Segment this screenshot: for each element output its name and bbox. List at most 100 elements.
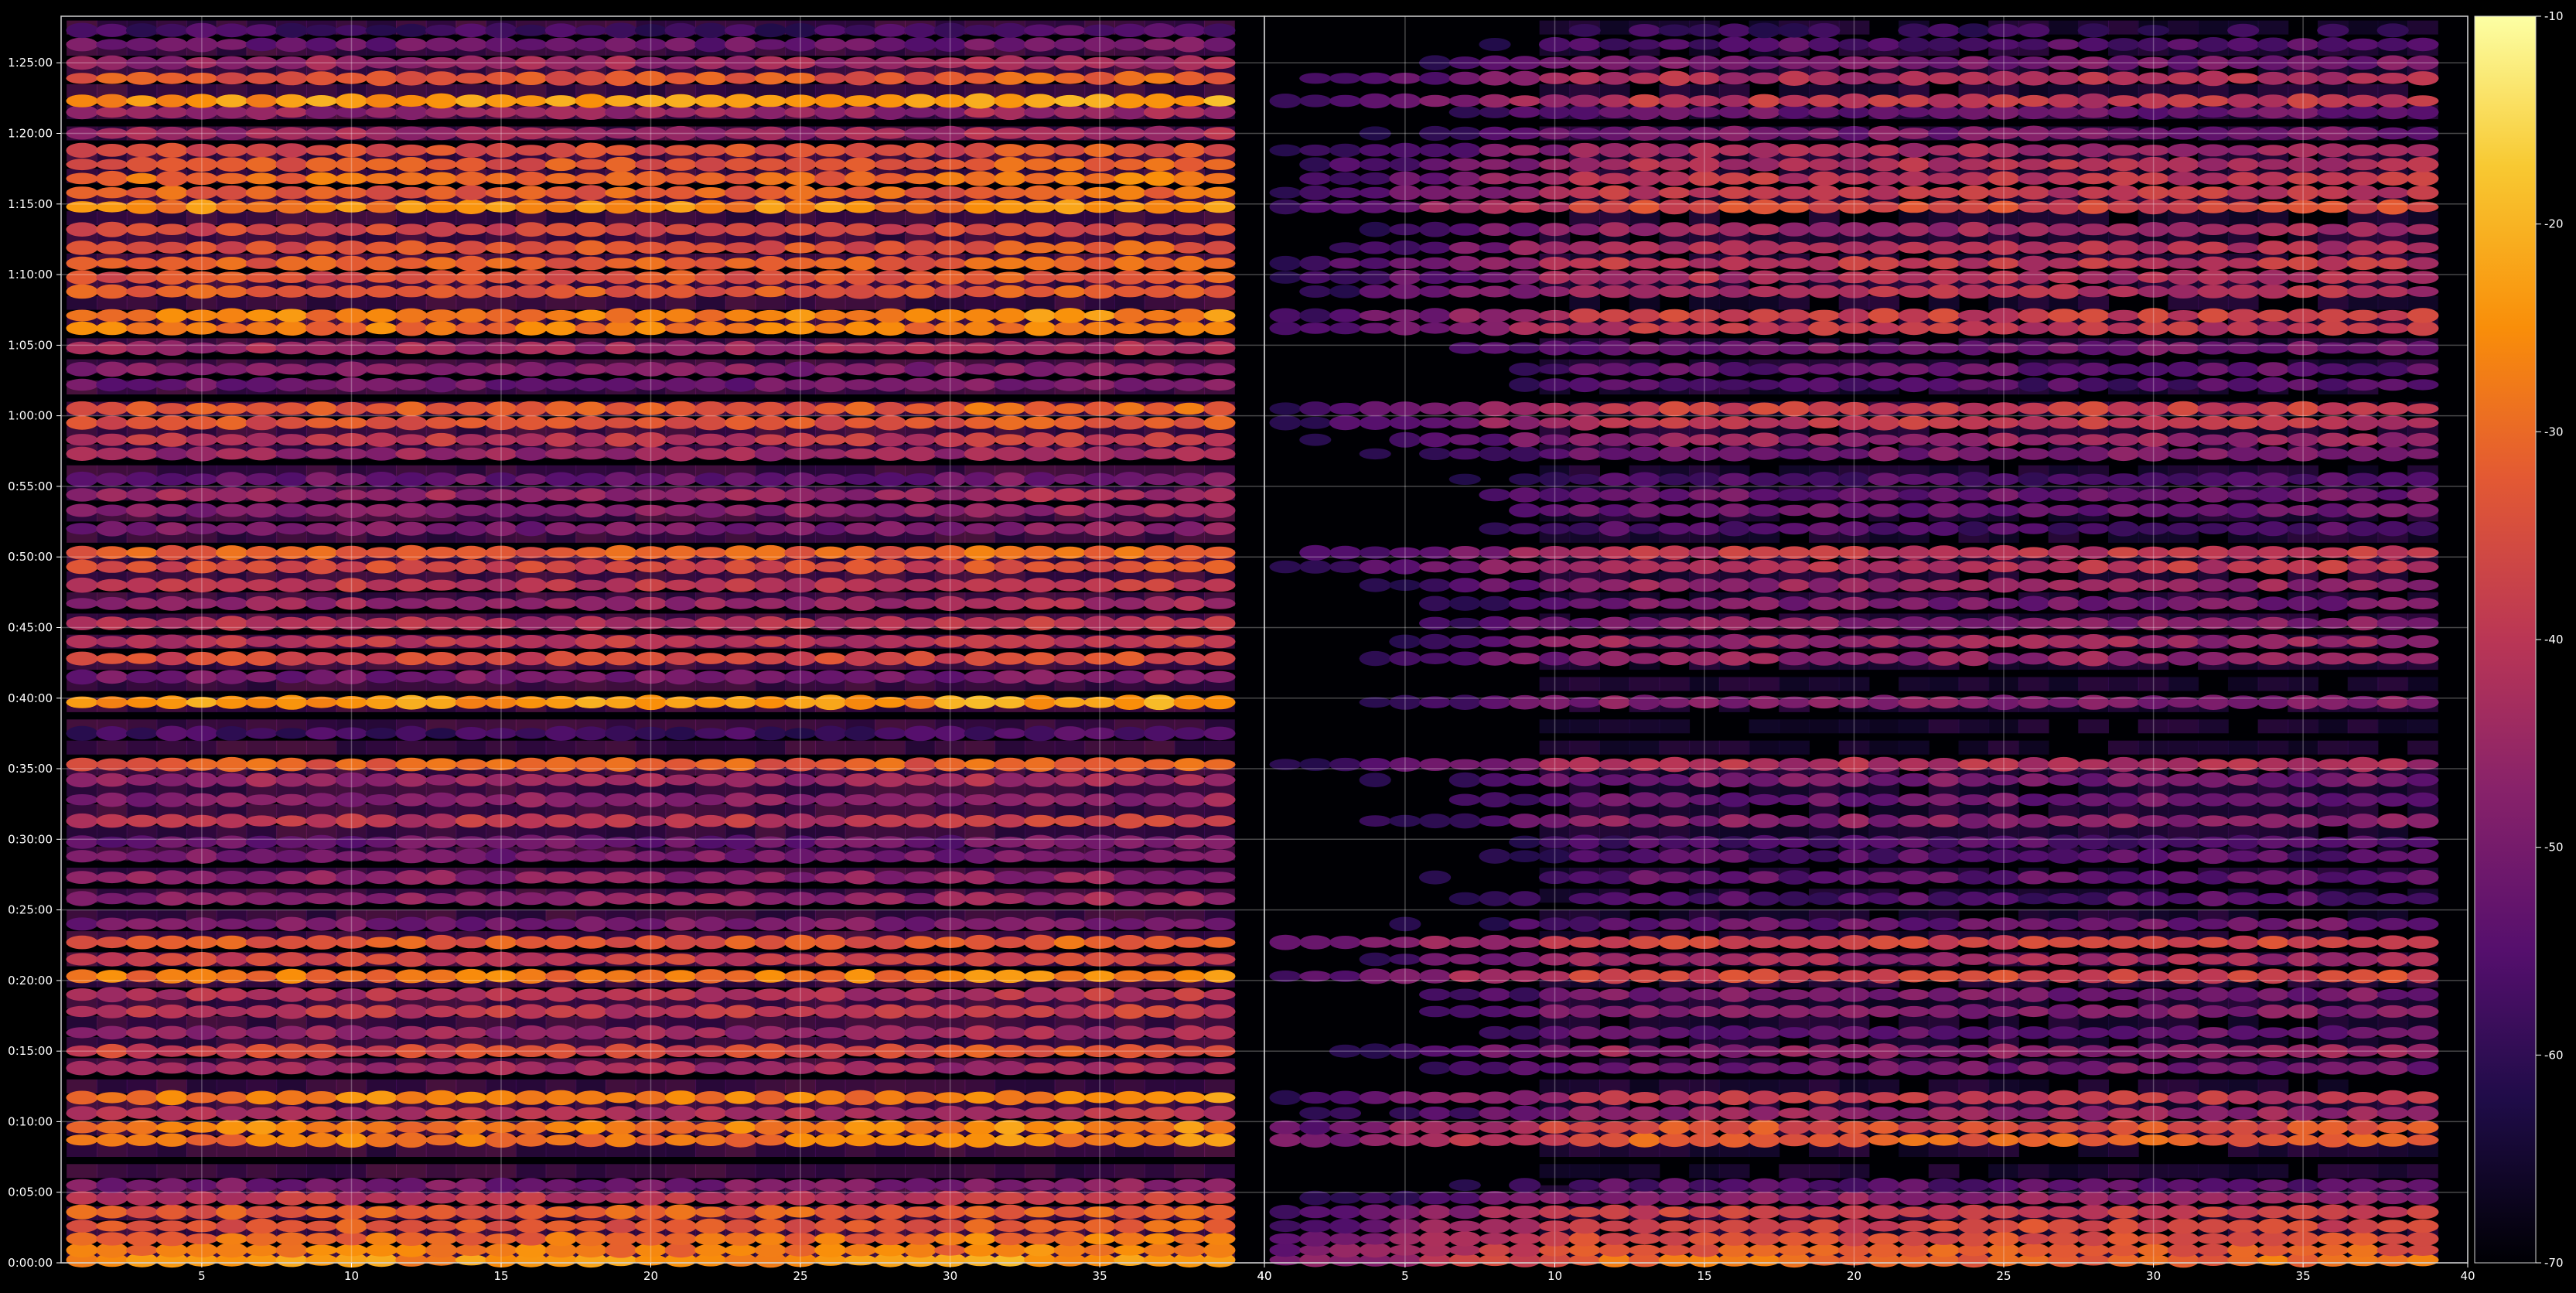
- heatmap-cell: [725, 1232, 757, 1246]
- heatmap-cell: [425, 24, 458, 36]
- heatmap-cell: [365, 503, 397, 517]
- heatmap-cell: [216, 472, 248, 487]
- heatmap-cell: [904, 892, 937, 905]
- heatmap-cell: [1173, 544, 1206, 561]
- heatmap-cell: [725, 1205, 757, 1219]
- heatmap-cell: [1173, 446, 1206, 462]
- heatmap-cell: [305, 953, 338, 966]
- heatmap-cell: [515, 321, 548, 336]
- heatmap-cell: [814, 1106, 847, 1121]
- heatmap-cell: [994, 916, 1026, 931]
- heatmap-cell: [216, 1061, 248, 1075]
- heatmap-cell: [664, 726, 697, 741]
- heatmap-cell: [97, 740, 128, 755]
- heatmap-cell: [305, 417, 338, 428]
- heatmap-cell: [245, 447, 278, 461]
- heatmap-cell: [455, 200, 487, 214]
- heatmap-cell: [605, 36, 637, 53]
- heatmap-cell: [365, 37, 397, 52]
- heatmap-cell: [96, 284, 128, 299]
- heatmap-cell: [725, 545, 757, 561]
- heatmap-cell: [575, 256, 607, 271]
- heatmap-cell: [844, 157, 877, 172]
- heatmap-cell: [365, 597, 397, 610]
- heatmap-cell: [725, 36, 757, 53]
- heatmap-cell: [964, 285, 996, 298]
- heatmap-cell: [844, 1179, 877, 1192]
- heatmap-cell: [245, 342, 278, 354]
- heatmap-cell: [1053, 1178, 1086, 1192]
- heatmap-cell: [396, 1079, 427, 1093]
- heatmap-cell: [844, 1220, 877, 1233]
- heatmap-cell: [664, 434, 697, 445]
- heatmap-cell: [155, 969, 188, 984]
- heatmap-cell: [455, 255, 487, 271]
- heatmap-cell: [66, 669, 98, 685]
- heatmap-cell: [725, 258, 757, 269]
- heatmap-cell: [155, 695, 188, 709]
- heatmap-cell: [964, 295, 996, 310]
- heatmap-cell: [695, 1164, 726, 1179]
- heatmap-cell: [305, 1220, 338, 1232]
- heatmap-cell: [1024, 1134, 1056, 1147]
- heatmap-cell: [365, 308, 397, 323]
- heatmap-cell: [125, 1244, 159, 1256]
- heatmap-cell: [874, 670, 906, 684]
- heatmap-cell: [964, 1079, 996, 1093]
- heatmap-cell: [155, 241, 188, 254]
- heatmap-cell: [305, 309, 338, 322]
- heatmap-cell: [365, 1121, 397, 1134]
- heatmap-cell: [96, 488, 128, 502]
- heatmap-cell: [664, 545, 697, 560]
- heatmap-cell: [814, 1191, 847, 1205]
- heatmap-cell: [365, 728, 397, 739]
- heatmap-cell: [96, 792, 128, 807]
- heatmap-cell: [664, 362, 697, 377]
- heatmap-cell: [994, 634, 1026, 649]
- heatmap-cell: [1024, 256, 1056, 271]
- heatmap-cell: [814, 917, 847, 930]
- heatmap-cell: [1114, 1004, 1146, 1019]
- heatmap-cell: [365, 988, 397, 1001]
- heatmap-cell: [66, 22, 98, 39]
- heatmap-cell: [125, 472, 159, 487]
- heatmap-cell: [664, 72, 697, 85]
- heatmap-cell: [575, 740, 606, 755]
- heatmap-cell: [395, 988, 428, 1001]
- heatmap-cell: [1173, 1133, 1206, 1147]
- heatmap-cell: [455, 1190, 487, 1206]
- heatmap-cell: [994, 1090, 1026, 1106]
- heatmap-cell: [1053, 935, 1086, 950]
- heatmap-cell: [904, 473, 937, 486]
- heatmap-cell: [754, 222, 786, 237]
- heatmap-cell: [1203, 37, 1236, 52]
- heatmap-cell: [365, 773, 397, 787]
- heatmap-cell: [905, 1079, 936, 1093]
- heatmap-cell: [964, 1191, 996, 1205]
- heatmap-cell: [1203, 1092, 1236, 1104]
- heatmap-cell: [96, 850, 128, 862]
- heatmap-cell: [814, 1120, 847, 1134]
- heatmap-cell: [754, 1025, 786, 1040]
- heatmap-cell: [1143, 653, 1176, 664]
- heatmap-cell: [455, 473, 487, 486]
- heatmap-cell: [844, 522, 877, 535]
- heatmap-cell: [874, 144, 906, 156]
- heatmap-cell: [96, 520, 128, 537]
- heatmap-cell: [125, 223, 159, 237]
- heatmap-cell: [664, 559, 697, 575]
- heatmap-cell: [754, 814, 786, 828]
- heatmap-cell: [155, 757, 188, 772]
- heatmap-cell: [395, 363, 428, 375]
- heatmap-cell: [455, 1062, 487, 1074]
- heatmap-cell: [814, 670, 847, 684]
- heatmap-cell: [544, 158, 578, 172]
- heatmap-cell: [844, 223, 877, 236]
- heatmap-cell: [155, 1178, 188, 1192]
- heatmap-cell: [994, 340, 1026, 356]
- heatmap-cell: [275, 1004, 308, 1019]
- heatmap-cell: [544, 670, 578, 684]
- heatmap-cell: [275, 968, 308, 984]
- heatmap-cell: [245, 616, 278, 631]
- heatmap-cell: [874, 172, 906, 184]
